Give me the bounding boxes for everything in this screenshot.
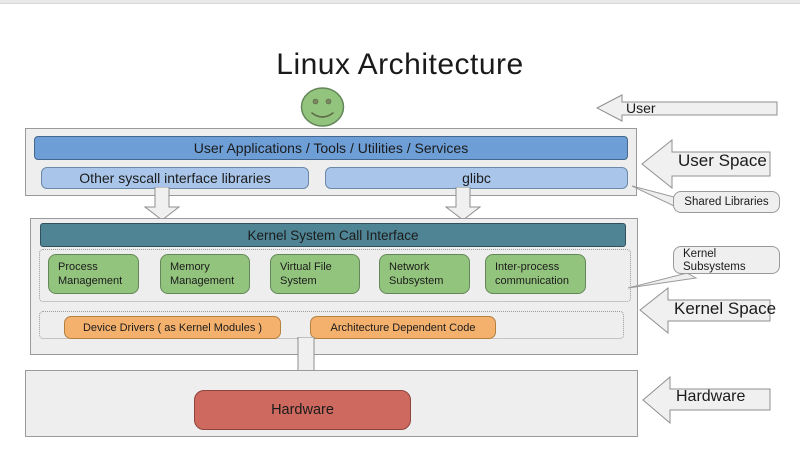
other-syscall-libraries-bar: Other syscall interface libraries bbox=[41, 167, 309, 189]
kernel-space-arrow-label: Kernel Space bbox=[674, 299, 776, 319]
linux-architecture-diagram: Linux Architecture User Applications / T… bbox=[0, 0, 800, 452]
diagram-title: Linux Architecture bbox=[0, 48, 800, 82]
device-drivers-box: Device Drivers ( as Kernel Modules ) bbox=[64, 316, 281, 339]
shared-libraries-callout: Shared Libraries bbox=[673, 191, 780, 213]
kernel-subsystems-callout: Kernel Subsystems bbox=[673, 246, 780, 274]
user-smiley-icon bbox=[300, 87, 345, 129]
user-space-container: User Applications / Tools / Utilities / … bbox=[25, 128, 637, 196]
down-arrow-syscall-to-kernel bbox=[144, 187, 180, 221]
hardware-box: Hardware bbox=[194, 390, 411, 430]
user-space-arrow-label: User Space bbox=[678, 151, 767, 171]
subsystem-network: Network Subsystem bbox=[379, 254, 470, 294]
top-edge-strip bbox=[0, 0, 800, 4]
subsystem-memory-management: Memory Management bbox=[160, 254, 250, 294]
glibc-bar: glibc bbox=[325, 167, 628, 189]
kernel-subsystems-group: Process Management Memory Management Vir… bbox=[39, 249, 631, 302]
shared-libraries-connector bbox=[628, 184, 678, 210]
subsystem-ipc: Inter-process communication bbox=[485, 254, 586, 294]
down-arrow-glibc-to-kernel bbox=[445, 187, 481, 221]
user-applications-bar: User Applications / Tools / Utilities / … bbox=[34, 136, 628, 160]
kernel-space-container: Kernel System Call Interface Process Man… bbox=[30, 218, 638, 355]
hardware-arrow-label: Hardware bbox=[676, 388, 745, 406]
user-arrow-label: User bbox=[626, 100, 656, 116]
hardware-container: Hardware bbox=[25, 370, 638, 437]
subsystem-process-management: Process Management bbox=[48, 254, 139, 294]
subsystem-virtual-file-system: Virtual File System bbox=[270, 254, 360, 294]
kernel-syscall-interface-bar: Kernel System Call Interface bbox=[40, 223, 626, 247]
user-arrow bbox=[596, 94, 778, 122]
kernel-modules-group: Device Drivers ( as Kernel Modules ) Arc… bbox=[39, 311, 624, 339]
arch-dependent-code-box: Architecture Dependent Code bbox=[310, 316, 496, 339]
